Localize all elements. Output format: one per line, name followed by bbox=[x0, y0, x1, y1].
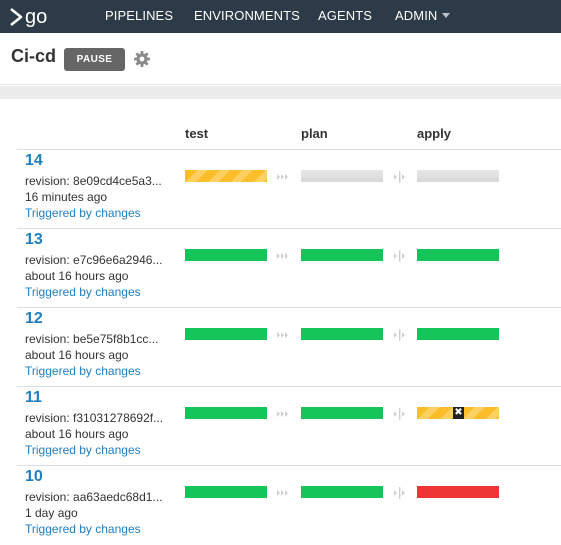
nav-admin-label: ADMIN bbox=[395, 8, 438, 23]
pipeline-instance-row: 10 revision: aa63aedc68d1... 1 day ago Trig… bbox=[17, 465, 561, 544]
nav-environments[interactable]: ENVIRONMENTS bbox=[194, 8, 300, 23]
time-ago-text: 16 minutes ago bbox=[25, 190, 108, 204]
manual-approval-gate-icon[interactable] bbox=[393, 407, 407, 420]
triggered-by-link[interactable]: Triggered by changes bbox=[25, 364, 141, 378]
nav-agents[interactable]: AGENTS bbox=[318, 8, 372, 23]
triggered-by-link[interactable]: Triggered by changes bbox=[25, 522, 141, 536]
stage-transition-arrow-icon bbox=[276, 249, 290, 261]
stage-bar-test[interactable] bbox=[185, 328, 267, 340]
go-logo[interactable]: go bbox=[8, 5, 58, 29]
stage-header-apply: apply bbox=[417, 126, 451, 141]
pipeline-header: Ci-cd PAUSE bbox=[0, 33, 561, 85]
stage-bar-plan[interactable] bbox=[301, 249, 383, 261]
cancelled-icon: ✖ bbox=[453, 407, 464, 419]
pipeline-counter-link[interactable]: 14 bbox=[25, 152, 43, 170]
stage-bar-plan[interactable] bbox=[301, 407, 383, 419]
manual-approval-gate-icon[interactable] bbox=[393, 486, 407, 499]
time-ago-text: 1 day ago bbox=[25, 506, 78, 520]
stage-transition-arrow-icon bbox=[276, 170, 290, 182]
stage-bar-test[interactable] bbox=[185, 486, 267, 498]
revision-text: revision: be5e75f8b1cc... bbox=[25, 332, 159, 346]
revision-text: revision: e7c96e6a2946... bbox=[25, 253, 163, 267]
stage-transition-arrow-icon bbox=[276, 407, 290, 419]
pipeline-counter-link[interactable]: 11 bbox=[25, 389, 42, 407]
stage-bar-plan[interactable] bbox=[301, 486, 383, 498]
manual-approval-gate-icon[interactable] bbox=[393, 170, 407, 183]
revision-text: revision: aa63aedc68d1... bbox=[25, 490, 163, 504]
stage-bar-test[interactable] bbox=[185, 407, 267, 419]
pipeline-instance-row: 13 revision: e7c96e6a2946... about 16 hour… bbox=[17, 228, 561, 307]
triggered-by-link[interactable]: Triggered by changes bbox=[25, 285, 141, 299]
nav-pipelines[interactable]: PIPELINES bbox=[105, 8, 173, 23]
stage-bar-plan[interactable] bbox=[301, 328, 383, 340]
pipeline-counter-link[interactable]: 12 bbox=[25, 310, 43, 328]
pipeline-instance-row: 14 revision: 8e09cd4ce5a3... 16 minutes ag… bbox=[17, 149, 561, 228]
pause-button[interactable]: PAUSE bbox=[64, 48, 125, 71]
stage-header-test: test bbox=[185, 126, 209, 141]
stage-bar-apply[interactable] bbox=[417, 486, 499, 498]
top-navigation-bar: go PIPELINES ENVIRONMENTS AGENTS ADMIN bbox=[0, 0, 561, 33]
stage-bar-plan[interactable] bbox=[301, 170, 383, 182]
manual-approval-gate-icon[interactable] bbox=[393, 249, 407, 262]
stage-bar-test[interactable] bbox=[185, 170, 267, 182]
nav-admin[interactable]: ADMIN bbox=[395, 8, 451, 23]
gear-icon[interactable] bbox=[133, 50, 151, 68]
manual-approval-gate-icon[interactable] bbox=[393, 328, 407, 341]
revision-text: revision: 8e09cd4ce5a3... bbox=[25, 174, 162, 188]
time-ago-text: about 16 hours ago bbox=[25, 427, 129, 441]
stage-bar-apply[interactable] bbox=[417, 249, 499, 261]
pipeline-instance-row: 12 revision: be5e75f8b1cc... about 16 hour… bbox=[17, 307, 561, 386]
stage-transition-arrow-icon bbox=[276, 486, 290, 498]
triggered-by-link[interactable]: Triggered by changes bbox=[25, 206, 141, 220]
stage-bar-apply[interactable] bbox=[417, 328, 499, 340]
triggered-by-link[interactable]: Triggered by changes bbox=[25, 443, 141, 457]
stage-bar-apply[interactable] bbox=[417, 170, 499, 182]
stage-transition-arrow-icon bbox=[276, 328, 290, 340]
pipeline-counter-link[interactable]: 10 bbox=[25, 468, 43, 486]
divider-band bbox=[0, 86, 561, 99]
pipeline-title: Ci-cd bbox=[11, 46, 56, 66]
revision-text: revision: f31031278692f... bbox=[25, 411, 164, 425]
stage-header-plan: plan bbox=[301, 126, 328, 141]
pipeline-counter-link[interactable]: 13 bbox=[25, 231, 43, 249]
pipeline-instance-row: 11 revision: f31031278692f... about 16 hou… bbox=[17, 386, 561, 465]
stage-bar-apply[interactable]: ✖ bbox=[417, 407, 499, 419]
stage-bar-test[interactable] bbox=[185, 249, 267, 261]
logo-text: go bbox=[25, 6, 47, 28]
time-ago-text: about 16 hours ago bbox=[25, 269, 129, 283]
chevron-down-icon bbox=[442, 13, 451, 18]
time-ago-text: about 16 hours ago bbox=[25, 348, 129, 362]
